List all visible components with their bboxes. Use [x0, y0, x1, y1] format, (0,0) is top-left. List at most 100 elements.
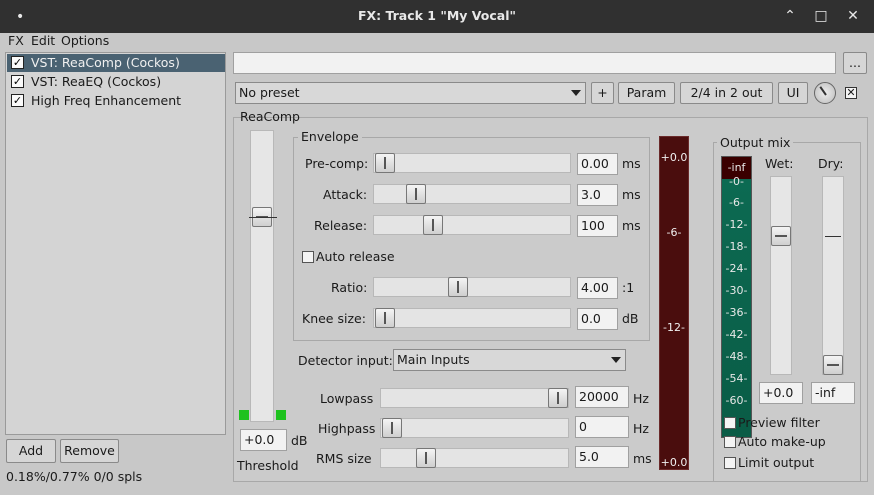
menu-options[interactable]: Options [61, 33, 109, 48]
browse-button[interactable]: ... [843, 52, 867, 74]
fx-chain-list[interactable]: ✓ VST: ReaComp (Cockos) ✓ VST: ReaEQ (Co… [5, 52, 226, 435]
rms-thumb[interactable] [416, 448, 436, 468]
title-bar: • FX: Track 1 "My Vocal" ⌃ □ ✕ [0, 0, 874, 33]
plugin-info-field [233, 52, 836, 74]
bypass-checkbox[interactable]: ✕ [845, 87, 857, 99]
release-thumb[interactable] [423, 215, 443, 235]
meter-label: -36- [725, 306, 748, 319]
maximize-icon[interactable]: □ [810, 5, 832, 27]
lowpass-slider[interactable] [380, 388, 569, 408]
detector-dropdown[interactable]: Main Inputs [393, 349, 626, 371]
precomp-label: Pre-comp: [305, 156, 369, 171]
meter-label: -42- [725, 328, 748, 341]
release-unit: ms [622, 218, 641, 233]
routing-button[interactable]: 2/4 in 2 out [680, 82, 773, 104]
limit-output-label: Limit output [738, 455, 815, 470]
fx-item-label: High Freq Enhancement [31, 93, 182, 108]
cpu-status: 0.18%/0.77% 0/0 spls [6, 469, 143, 484]
remove-button[interactable]: Remove [60, 439, 119, 463]
rms-label: RMS size [316, 451, 372, 466]
highpass-slider[interactable] [380, 418, 569, 438]
ratio-slider[interactable] [373, 277, 571, 297]
attack-label: Attack: [323, 187, 368, 202]
knee-thumb[interactable] [375, 308, 395, 328]
enable-checkbox[interactable]: ✓ [11, 94, 24, 107]
gr-meter-low-label: -12- [663, 321, 685, 334]
knee-unit: dB [622, 311, 639, 326]
auto-release-checkbox[interactable] [302, 251, 314, 263]
lowpass-label: Lowpass [320, 391, 374, 406]
fx-item-reacomp[interactable]: ✓ VST: ReaComp (Cockos) [7, 54, 225, 72]
auto-release-label: Auto release [316, 249, 395, 264]
envelope-title: Envelope [298, 129, 362, 144]
plugin-name: ReaComp [240, 109, 300, 124]
ratio-unit: :1 [622, 280, 635, 295]
add-preset-button[interactable]: + [591, 82, 614, 104]
auto-makeup-checkbox[interactable] [724, 436, 736, 448]
threshold-slider[interactable] [249, 130, 277, 422]
precomp-slider[interactable] [373, 153, 571, 173]
menu-fx[interactable]: FX [8, 33, 24, 48]
precomp-thumb[interactable] [375, 153, 395, 173]
add-button[interactable]: Add [6, 439, 56, 463]
wet-knob-icon[interactable] [814, 82, 836, 104]
menu-edit[interactable]: Edit [31, 33, 55, 48]
meter-label: -6- [729, 196, 744, 209]
knee-slider[interactable] [373, 308, 571, 328]
fx-item-label: VST: ReaEQ (Cockos) [31, 74, 162, 89]
detector-label: Detector input: [298, 353, 393, 368]
highpass-value[interactable]: 0 [575, 416, 629, 438]
lowpass-value[interactable]: 20000 [575, 386, 629, 408]
enable-checkbox[interactable]: ✓ [11, 56, 24, 69]
rms-value[interactable]: 5.0 [575, 446, 629, 468]
meter-label: -12- [725, 218, 748, 231]
meter-label: -18- [725, 240, 748, 253]
preview-filter-label: Preview filter [738, 415, 820, 430]
threshold-value[interactable]: +0.0 [240, 429, 287, 451]
fx-item-label: VST: ReaComp (Cockos) [31, 55, 180, 70]
ratio-thumb[interactable] [448, 277, 468, 297]
highpass-unit: Hz [633, 421, 649, 436]
meter-label: -48- [725, 350, 748, 363]
highpass-label: Highpass [318, 421, 376, 436]
ui-button[interactable]: UI [778, 82, 808, 104]
enable-checkbox[interactable]: ✓ [11, 75, 24, 88]
dry-thumb[interactable] [823, 355, 843, 375]
dry-slider[interactable] [822, 176, 844, 375]
ratio-value[interactable]: 4.00 [577, 277, 618, 299]
ratio-label: Ratio: [331, 280, 368, 295]
highpass-thumb[interactable] [382, 418, 402, 438]
threshold-meter-right [276, 410, 286, 420]
release-value[interactable]: 100 [577, 215, 618, 237]
dry-label: Dry: [818, 156, 844, 171]
window-title: FX: Track 1 "My Vocal" [357, 8, 517, 23]
fx-item-high-freq[interactable]: ✓ High Freq Enhancement [7, 92, 225, 110]
param-button[interactable]: Param [618, 82, 675, 104]
gr-meter-bottom-label: +0.0 [660, 456, 688, 469]
gr-meter-top-label: +0.0 [660, 151, 688, 164]
attack-thumb[interactable] [406, 184, 426, 204]
preset-dropdown[interactable]: No preset [235, 82, 586, 104]
minimize-icon[interactable]: ⌃ [779, 5, 801, 27]
lowpass-thumb[interactable] [548, 388, 568, 408]
meter-label: -24- [725, 262, 748, 275]
gr-meter-mid-label: -6- [666, 226, 682, 239]
preview-filter-checkbox[interactable] [724, 417, 736, 429]
dry-value[interactable]: -inf [811, 382, 855, 404]
attack-value[interactable]: 3.0 [577, 184, 618, 206]
fx-item-reaeq[interactable]: ✓ VST: ReaEQ (Cockos) [7, 73, 225, 91]
chevron-down-icon [611, 357, 621, 363]
limit-output-checkbox[interactable] [724, 457, 736, 469]
meter-label: -54- [725, 372, 748, 385]
close-icon[interactable]: ✕ [842, 5, 864, 27]
precomp-value[interactable]: 0.00 [577, 153, 618, 175]
rms-slider[interactable] [380, 448, 569, 468]
detector-value: Main Inputs [397, 352, 470, 367]
release-slider[interactable] [373, 215, 571, 235]
attack-slider[interactable] [373, 184, 571, 204]
wet-thumb[interactable] [771, 226, 791, 246]
wet-value[interactable]: +0.0 [759, 382, 803, 404]
release-label: Release: [314, 218, 368, 233]
knee-value[interactable]: 0.0 [577, 308, 618, 330]
wet-slider[interactable] [770, 176, 792, 375]
